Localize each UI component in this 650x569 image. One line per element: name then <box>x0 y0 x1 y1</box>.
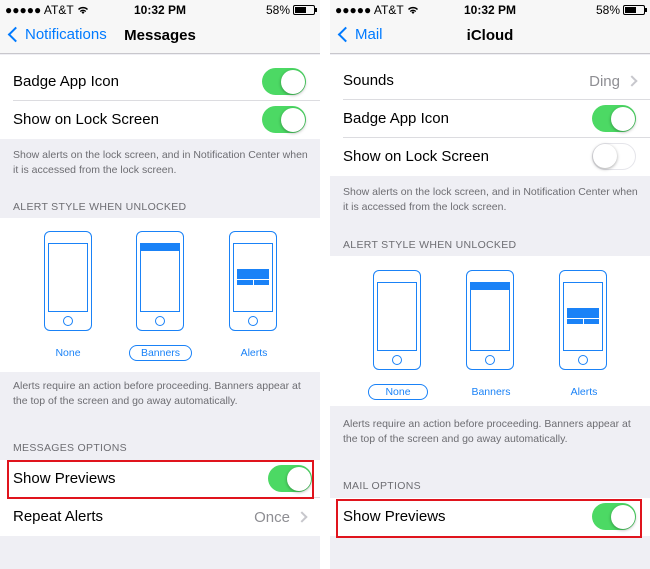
chevron-right-icon <box>296 511 308 523</box>
navigation-bar: Mail iCloud <box>330 20 650 54</box>
style-banners-phone[interactable] <box>136 231 184 331</box>
sounds-value: Ding <box>589 73 620 90</box>
style-banners-label[interactable]: Banners <box>456 385 526 401</box>
battery-icon <box>623 5 647 15</box>
section-header-messages-options: MESSAGES OPTIONS <box>13 442 127 454</box>
row-label: Show on Lock Screen <box>13 111 159 128</box>
lock-screen-footnote: Show alerts on the lock screen, and in N… <box>13 149 308 176</box>
row-label: Show Previews <box>13 470 116 487</box>
style-banners-phone[interactable] <box>466 270 514 370</box>
page-title: Messages <box>124 27 196 44</box>
repeat-alerts-row[interactable]: Repeat Alerts Once <box>0 498 320 536</box>
messages-settings-screen: ●●●●● AT&T 10:32 PM 58% Notifications Me… <box>0 0 320 569</box>
sounds-row[interactable]: Sounds Ding <box>330 62 650 100</box>
show-previews-switch[interactable] <box>268 465 312 492</box>
section-header-alert-style: ALERT STYLE WHEN UNLOCKED <box>13 201 187 213</box>
battery-icon <box>293 5 317 15</box>
page-title: iCloud <box>466 27 514 44</box>
style-alerts-label[interactable]: Alerts <box>549 385 619 401</box>
style-none-phone[interactable] <box>44 231 92 331</box>
show-on-lock-screen-row: Show on Lock Screen <box>0 101 320 139</box>
section-header-alert-style: ALERT STYLE WHEN UNLOCKED <box>343 239 517 251</box>
status-bar: ●●●●● AT&T 10:32 PM 58% <box>330 0 650 20</box>
alert-style-footnote: Alerts require an action before proceedi… <box>13 380 301 407</box>
style-banners-label[interactable]: Banners <box>129 345 192 361</box>
icloud-mail-settings-screen: ●●●●● AT&T 10:32 PM 58% Mail iCloud Soun… <box>330 0 650 569</box>
alert-style-picker: None Banners Alerts <box>330 256 650 406</box>
style-none-label[interactable]: None <box>33 346 103 362</box>
status-bar: ●●●●● AT&T 10:32 PM 58% <box>0 0 320 20</box>
show-previews-switch[interactable] <box>592 503 636 530</box>
battery-percent: 58% <box>265 3 290 17</box>
list-top-edge <box>0 55 320 63</box>
chevron-right-icon <box>626 75 638 87</box>
row-label: Sounds <box>343 72 394 89</box>
show-on-lock-screen-row: Show on Lock Screen <box>330 138 650 176</box>
show-previews-row: Show Previews <box>330 498 650 536</box>
section-header-mail-options: MAIL OPTIONS <box>343 480 421 492</box>
badge-app-icon-switch[interactable] <box>592 105 636 132</box>
style-none-phone[interactable] <box>373 270 421 370</box>
badge-app-icon-switch[interactable] <box>262 68 306 95</box>
repeat-alerts-value: Once <box>254 509 290 526</box>
show-on-lock-screen-switch[interactable] <box>592 143 636 170</box>
badge-app-icon-row: Badge App Icon <box>330 100 650 138</box>
style-alerts-label[interactable]: Alerts <box>219 346 289 362</box>
style-alerts-phone[interactable] <box>559 270 607 370</box>
navigation-bar: Notifications Messages <box>0 20 320 54</box>
row-label: Repeat Alerts <box>13 508 104 525</box>
battery-percent: 58% <box>595 3 620 17</box>
badge-app-icon-row: Badge App Icon <box>0 63 320 101</box>
lock-screen-footnote: Show alerts on the lock screen, and in N… <box>343 186 638 213</box>
style-none-label[interactable]: None <box>368 384 428 400</box>
style-alerts-phone[interactable] <box>229 231 277 331</box>
row-label: Badge App Icon <box>13 73 119 90</box>
show-on-lock-screen-switch[interactable] <box>262 106 306 133</box>
row-label: Show Previews <box>343 508 446 525</box>
alert-style-footnote: Alerts require an action before proceedi… <box>343 418 631 445</box>
alert-style-picker: None Banners Alerts <box>0 218 320 372</box>
row-label: Show on Lock Screen <box>343 148 489 165</box>
row-label: Badge App Icon <box>343 110 449 127</box>
show-previews-row: Show Previews <box>0 460 320 498</box>
